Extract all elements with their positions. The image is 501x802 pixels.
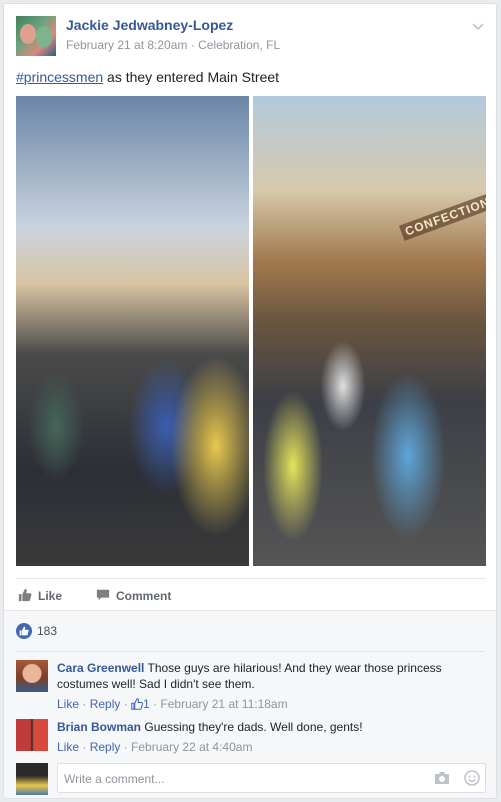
divider xyxy=(16,578,486,579)
thumbs-up-icon[interactable] xyxy=(131,698,144,714)
comment-reply-link[interactable]: Reply xyxy=(90,740,121,754)
chevron-down-icon[interactable] xyxy=(470,18,486,34)
reaction-count[interactable]: 183 xyxy=(37,624,57,638)
commenter-name[interactable]: Cara Greenwell xyxy=(57,661,144,675)
post-meta: February 21 at 8:20am · Celebration, FL xyxy=(66,38,281,52)
author-name[interactable]: Jackie Jedwabney-Lopez xyxy=(66,17,233,33)
comments-area: 183 Cara Greenwell Those guys are hilari… xyxy=(4,610,496,798)
comment-time[interactable]: February 22 at 4:40am xyxy=(131,740,252,754)
action-bar: Like Comment xyxy=(16,582,486,610)
reactions-summary[interactable]: 183 xyxy=(16,623,57,639)
photo-sign: CONFECTIONERY xyxy=(399,183,486,241)
like-reaction-icon xyxy=(16,623,32,639)
commenter-name[interactable]: Brian Bowman xyxy=(57,720,141,734)
post-header: Jackie Jedwabney-Lopez February 21 at 8:… xyxy=(16,16,486,60)
comment-text: Guessing they're dads. Well done, gents! xyxy=(144,720,363,734)
comment-like-link[interactable]: Like xyxy=(57,697,79,711)
post-card: Jackie Jedwabney-Lopez February 21 at 8:… xyxy=(3,3,497,799)
commenter-avatar[interactable] xyxy=(16,719,48,751)
comment-like-link[interactable]: Like xyxy=(57,740,79,754)
like-button[interactable]: Like xyxy=(18,582,62,610)
author-avatar[interactable] xyxy=(16,16,56,56)
comment-reply-link[interactable]: Reply xyxy=(90,697,121,711)
comment-meta: Like · Reply · February 22 at 4:40am xyxy=(57,740,253,754)
post-text: #princessmen as they entered Main Street xyxy=(16,69,280,85)
thumbs-up-icon xyxy=(18,588,38,605)
camera-icon[interactable] xyxy=(434,771,450,790)
comment-bubble-icon xyxy=(96,588,116,605)
post-location[interactable]: Celebration, FL xyxy=(198,38,280,52)
photo-left[interactable] xyxy=(16,96,249,566)
commenter-avatar[interactable] xyxy=(16,660,48,692)
comment-composer: Write a comment... xyxy=(16,763,486,795)
photo-right[interactable]: CONFECTIONERY xyxy=(253,96,486,566)
comment-input[interactable]: Write a comment... xyxy=(57,763,486,793)
user-avatar xyxy=(16,763,48,795)
comment-like-count[interactable]: 1 xyxy=(143,697,150,711)
comment-meta: Like · Reply · 1 · February 21 at 11:18a… xyxy=(57,696,477,714)
post-photos: CONFECTIONERY xyxy=(16,96,486,566)
hashtag-link[interactable]: #princessmen xyxy=(16,69,103,85)
emoji-icon[interactable] xyxy=(464,770,480,791)
comment-time[interactable]: February 21 at 11:18am xyxy=(160,697,287,711)
post-date[interactable]: February 21 at 8:20am xyxy=(66,38,187,52)
comment-button[interactable]: Comment xyxy=(96,582,171,610)
divider xyxy=(16,651,484,652)
